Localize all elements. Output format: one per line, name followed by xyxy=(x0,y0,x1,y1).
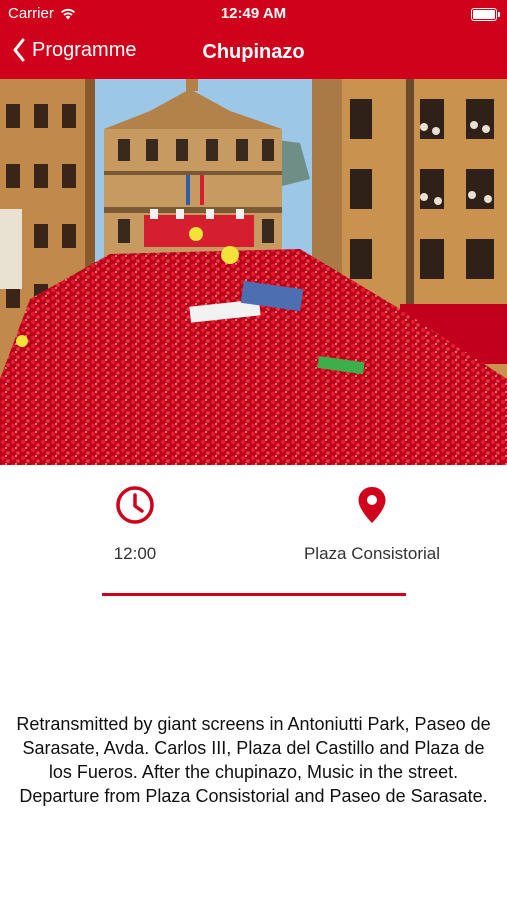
divider xyxy=(102,593,406,596)
map-pin-icon xyxy=(358,487,386,523)
event-location: Plaza Consistorial xyxy=(303,544,441,563)
time-info: 12:00 xyxy=(10,485,260,564)
navigation-bar: Programme Chupinazo xyxy=(0,28,507,79)
event-time: 12:00 xyxy=(113,544,157,563)
back-button[interactable]: Programme xyxy=(12,38,136,62)
event-description: Retransmitted by giant screens in Antoni… xyxy=(16,714,491,806)
battery-icon xyxy=(471,8,500,21)
location-info: Plaza Consistorial xyxy=(247,485,497,564)
status-bar: Carrier 12:49 AM xyxy=(0,0,507,28)
event-photo xyxy=(0,79,507,465)
clock-icon xyxy=(116,486,154,524)
status-time: 12:49 AM xyxy=(220,5,287,22)
back-label: Programme xyxy=(32,38,137,61)
chevron-left-icon xyxy=(13,38,25,62)
